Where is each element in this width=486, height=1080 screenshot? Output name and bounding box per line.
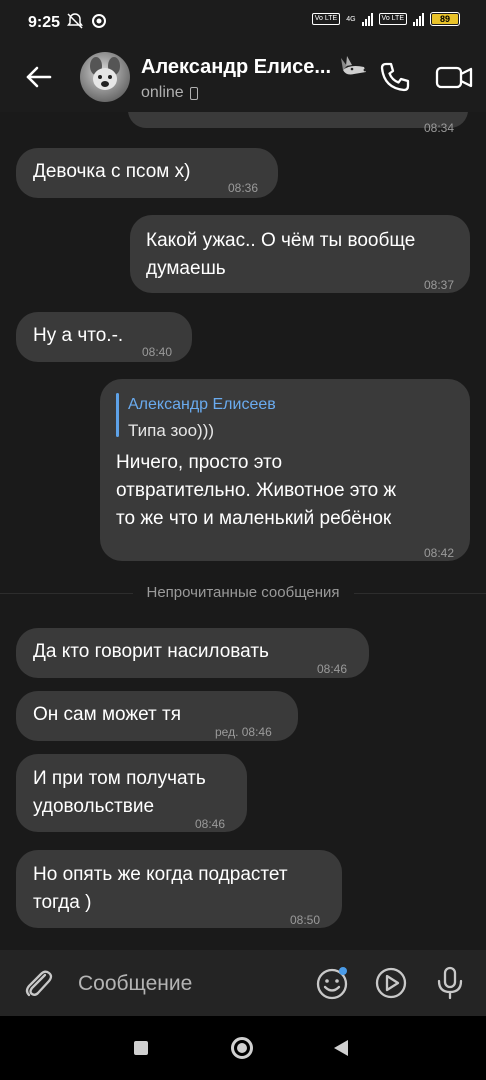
message-text: Да кто говорит насиловать xyxy=(33,641,269,662)
message-line-2: удовольствие xyxy=(33,796,155,817)
outgoing-message[interactable]: Какой ужас.. О чём ты вообще думаешь 08:… xyxy=(130,215,470,293)
message-time: 08:46 xyxy=(317,662,348,676)
volte-badge-2: Vo LTE xyxy=(378,13,407,25)
message-text: Ну а что.-. xyxy=(33,325,124,346)
incoming-message[interactable]: Девочка с псом х) 08:36 xyxy=(16,148,278,198)
system-navigation-bar xyxy=(0,1016,486,1080)
signal-icon-2 xyxy=(413,12,424,26)
message-line-3: то же что и маленький ребёнок xyxy=(116,508,392,529)
message-bubble-partial[interactable]: 08:34 xyxy=(128,112,468,135)
reply-accent-bar xyxy=(116,393,119,437)
message-time: 08:34 xyxy=(423,121,454,135)
contact-name[interactable]: Александр Елисе... xyxy=(141,56,331,79)
message-line-1: Ничего, просто это xyxy=(116,452,283,473)
message-line-2: думаешь xyxy=(146,258,226,279)
mobile-device-icon xyxy=(189,86,198,100)
wolf-emoji-icon xyxy=(341,56,367,75)
unread-divider-label: Непрочитанные сообщения xyxy=(132,584,354,601)
incoming-message[interactable]: Ну а что.-. 08:40 xyxy=(16,312,192,362)
message-time: 08:46 xyxy=(195,817,226,831)
reply-quote[interactable]: Типа зоо))) xyxy=(128,417,214,445)
message-list[interactable]: 08:34 Девочка с псом х) 08:36 Какой ужас… xyxy=(0,112,486,950)
unread-divider: Непрочитанные сообщения xyxy=(0,584,486,601)
message-text: Он сам может тя xyxy=(33,704,181,725)
home-icon[interactable] xyxy=(231,1037,253,1059)
incoming-message[interactable]: И при том получать удовольствие 08:46 xyxy=(16,754,247,832)
app-notification-icon xyxy=(92,14,106,28)
chat-header: Александр Елисе... online xyxy=(0,46,486,112)
message-time: 08:36 xyxy=(228,181,259,195)
message-input-bar: Сообщение xyxy=(0,950,486,1016)
recent-apps-icon[interactable] xyxy=(134,1041,148,1055)
contact-status: online xyxy=(141,84,198,102)
microphone-icon[interactable] xyxy=(432,965,468,1001)
message-text: Девочка с псом х) xyxy=(33,161,191,182)
message-input[interactable]: Сообщение xyxy=(78,972,192,996)
message-line-2: тогда ) xyxy=(33,892,92,913)
video-camera-icon[interactable] xyxy=(434,60,474,94)
message-time: 08:42 xyxy=(423,546,454,560)
incoming-message[interactable]: Он сам может тя ред. 08:46 xyxy=(16,691,298,741)
battery-level: 89 xyxy=(432,14,458,24)
battery-icon: 89 xyxy=(430,12,460,26)
message-line-1: Какой ужас.. О чём ты вообще xyxy=(146,230,416,251)
message-line-1: Но опять же когда подрастет xyxy=(33,864,288,885)
back-arrow-icon[interactable] xyxy=(22,60,56,94)
system-back-icon[interactable] xyxy=(334,1040,348,1056)
network-type: 4G xyxy=(346,15,356,23)
outgoing-message-with-reply[interactable]: Александр Елисеев Типа зоо))) Ничего, пр… xyxy=(100,379,470,561)
reply-author[interactable]: Александр Елисеев xyxy=(128,391,276,419)
attach-icon[interactable] xyxy=(20,965,56,1001)
incoming-message[interactable]: Да кто говорит насиловать 08:46 xyxy=(16,628,369,678)
status-time: 9:25 xyxy=(28,14,61,31)
contact-avatar[interactable] xyxy=(80,52,130,102)
message-time: 08:50 xyxy=(290,913,321,927)
dog-avatar-icon xyxy=(90,57,120,90)
message-time-edited: ред. 08:46 xyxy=(215,725,272,739)
volte-badge-1: Vo LTE xyxy=(311,13,341,25)
message-time: 08:37 xyxy=(423,278,454,292)
signal-icon-1 xyxy=(361,12,373,26)
status-bar: 9:25 Vo LTE 4G Vo LTE 89 xyxy=(0,0,486,46)
emoji-icon[interactable] xyxy=(314,965,350,1001)
incoming-message[interactable]: Но опять же когда подрастет тогда ) 08:5… xyxy=(16,850,342,928)
message-time: 08:40 xyxy=(142,345,173,359)
message-line-2: отвратительно. Животное это ж xyxy=(116,480,397,501)
message-line-1: И при том получать xyxy=(33,768,206,789)
status-text: online xyxy=(141,84,184,101)
notifications-off-icon xyxy=(67,13,83,29)
phone-icon[interactable] xyxy=(378,60,412,94)
video-message-icon[interactable] xyxy=(373,965,409,1001)
